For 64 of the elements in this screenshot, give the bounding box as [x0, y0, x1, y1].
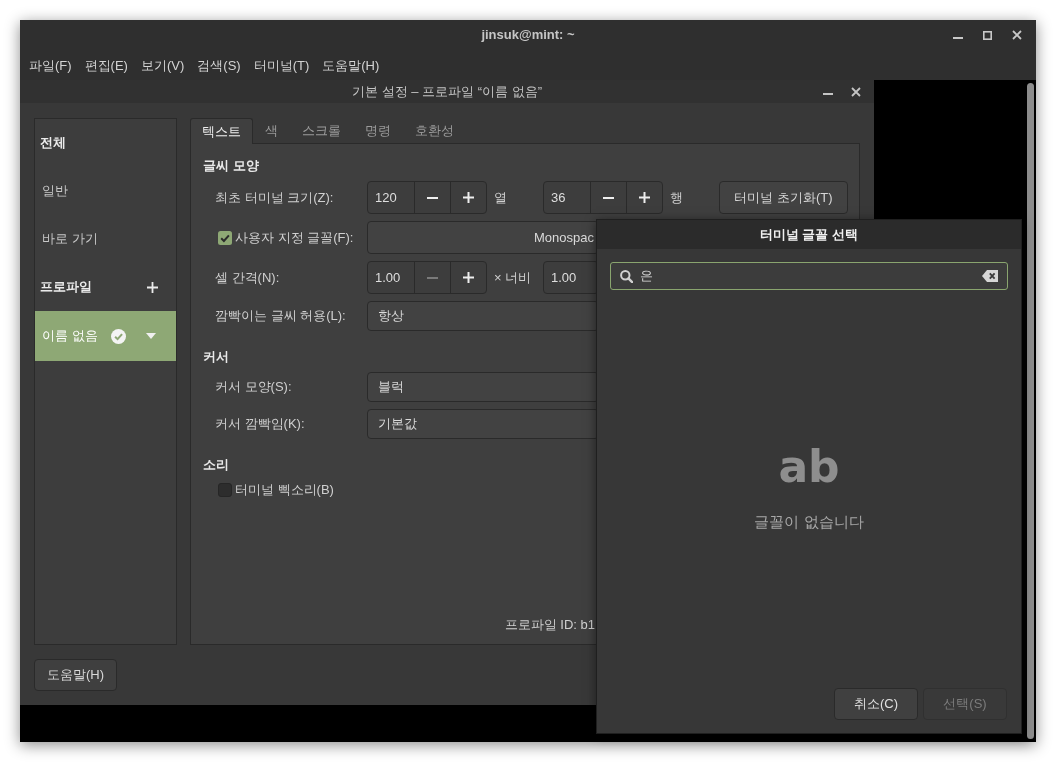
menu-item[interactable]: 도움말(H)	[322, 58, 380, 72]
clear-icon[interactable]	[982, 270, 998, 282]
menu-item[interactable]: 보기(V)	[140, 58, 185, 72]
plus-icon	[639, 192, 650, 203]
menu-item[interactable]: 검색(S)	[197, 58, 241, 72]
maximize-icon[interactable]	[983, 30, 992, 40]
dropdown[interactable]: 항상	[367, 301, 599, 331]
profile-name: 이름 없음	[42, 327, 98, 346]
field-label: 최초 터미널 크기(Z):	[215, 188, 334, 207]
tab[interactable]: 명령	[353, 118, 403, 143]
tab[interactable]: 호환성	[403, 118, 466, 143]
section-heading: 커서	[203, 348, 229, 367]
unit-label: 열	[494, 188, 507, 207]
field-label: 셀 간격(N):	[215, 268, 280, 287]
window-title: 기본 설정 – 프로파일 “이름 없음”	[352, 82, 542, 101]
dropdown[interactable]: 기본값	[367, 409, 599, 439]
sidebar-heading: 프로파일	[40, 278, 92, 297]
font-glyph-icon: ab	[778, 444, 840, 489]
number-field[interactable]: 1.00	[368, 262, 414, 293]
reset-button[interactable]: 터미널 초기화(T)	[719, 181, 848, 214]
number-field[interactable]: 120	[368, 182, 414, 213]
close-icon[interactable]	[851, 86, 861, 97]
minus-icon	[427, 276, 438, 279]
minimize-icon[interactable]	[953, 36, 963, 39]
number-field[interactable]: 36	[544, 182, 590, 213]
dialog-button[interactable]: 취소(C)	[834, 688, 918, 720]
font-button[interactable]: Monospac	[367, 221, 599, 254]
tab[interactable]: 색	[253, 118, 290, 143]
tab[interactable]: 스크롤	[290, 118, 353, 143]
scrollbar[interactable]	[1026, 83, 1034, 739]
tab[interactable]: 텍스트	[190, 118, 253, 144]
checkbox-label: 터미널 삑소리(B)	[235, 481, 334, 500]
sidebar-item[interactable]: 바로 가기	[35, 215, 176, 263]
checkbox[interactable]	[218, 230, 232, 245]
close-icon[interactable]	[1012, 30, 1022, 40]
dropdown[interactable]: 블럭	[367, 372, 599, 402]
minus-icon	[427, 196, 438, 199]
number-field[interactable]: 1.00	[544, 262, 598, 293]
search-field[interactable]: 은	[610, 262, 1008, 290]
sidebar-heading: 전체	[40, 134, 66, 153]
dialog-title: 터미널 글꼴 선택	[759, 225, 859, 244]
checkbox-label: 사용자 지정 글꼴(F):	[235, 228, 354, 247]
search-icon	[620, 269, 633, 283]
minimize-icon[interactable]	[823, 92, 833, 95]
plus-icon[interactable]	[147, 281, 158, 293]
window-title: jinsuk@mint: ~	[481, 26, 575, 45]
section-heading: 글씨 모양	[203, 157, 259, 176]
unit-label: 행	[670, 188, 683, 207]
minus-icon	[603, 196, 614, 199]
menu-item[interactable]: 터미널(T)	[253, 58, 310, 72]
menu-item[interactable]: 파일(F)	[29, 58, 72, 72]
section-heading: 소리	[203, 456, 229, 475]
unit-label: × 너비	[494, 268, 532, 287]
empty-message: 글꼴이 없습니다	[754, 511, 864, 532]
field-label: 깜빡이는 글씨 허용(L):	[215, 307, 346, 326]
field-label: 커서 깜빡임(K):	[215, 415, 305, 434]
sidebar-item[interactable]: 일반	[35, 167, 176, 215]
plus-icon	[463, 192, 474, 203]
profile-id: 프로파일 ID: b1	[504, 615, 595, 634]
menu-item[interactable]: 편집(E)	[84, 58, 128, 72]
field-label: 커서 모양(S):	[215, 378, 292, 397]
plus-icon	[463, 272, 474, 283]
help-button[interactable]: 도움말(H)	[34, 659, 118, 691]
checkbox[interactable]	[218, 483, 232, 497]
